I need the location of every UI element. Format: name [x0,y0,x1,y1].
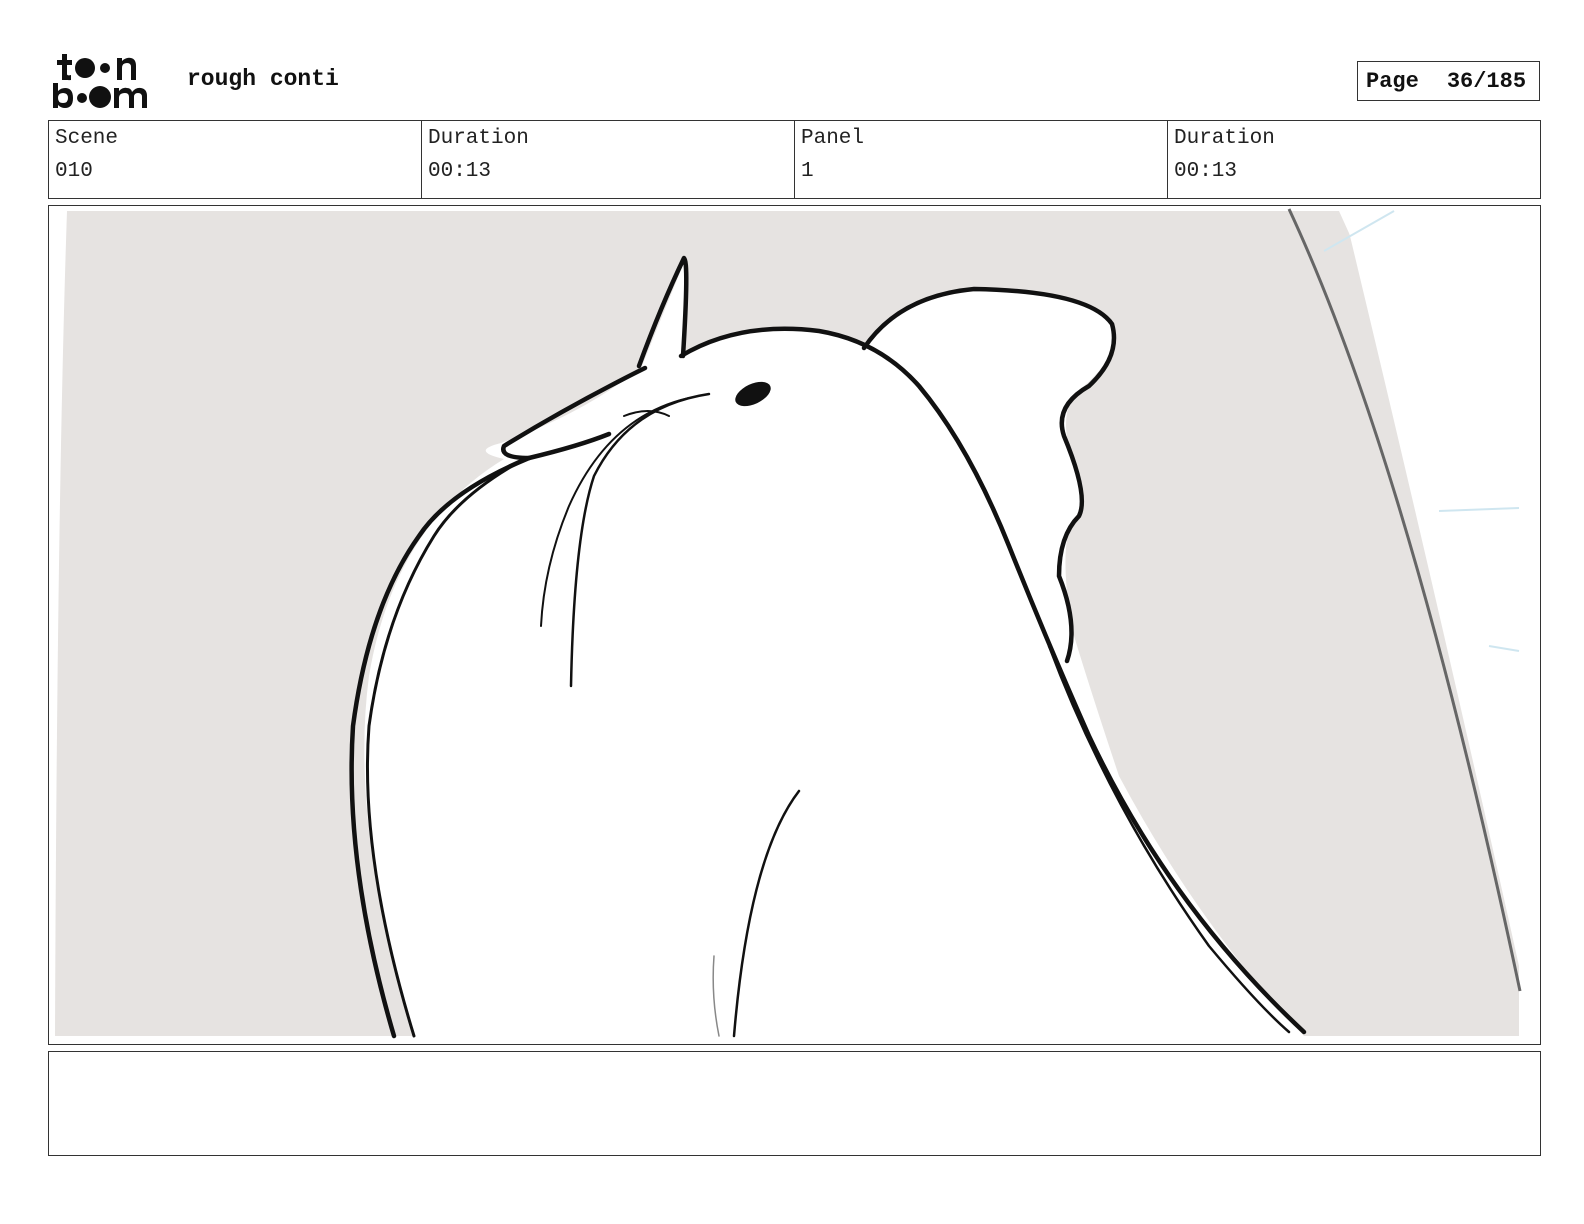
panel-duration-value: 00:13 [1174,160,1238,183]
scene-duration-label: Duration [428,127,529,150]
scene-info-table: Scene 010 Duration 00:13 Panel 1 Duratio… [48,120,1541,199]
storyboard-panel [48,205,1541,1045]
action-notes-box [48,1051,1541,1156]
panel-drawing [55,208,1540,1039]
panel-label: Panel [801,127,865,150]
page-number: 36/185 [1446,68,1527,94]
scene-label: Scene [55,127,119,150]
panel-duration-cell: Duration 00:13 [1168,121,1540,198]
scene-value: 010 [55,160,93,183]
page-label: Page [1366,68,1419,94]
panel-duration-label: Duration [1174,127,1275,150]
scene-cell: Scene 010 [49,121,422,198]
page-indicator: Page 36/185 [1357,61,1540,101]
panel-cell: Panel 1 [795,121,1168,198]
toon-boom-logo [53,54,147,108]
scene-duration-cell: Duration 00:13 [422,121,795,198]
scene-duration-value: 00:13 [428,160,492,183]
project-title: rough conti [187,66,339,92]
panel-value: 1 [801,160,814,183]
